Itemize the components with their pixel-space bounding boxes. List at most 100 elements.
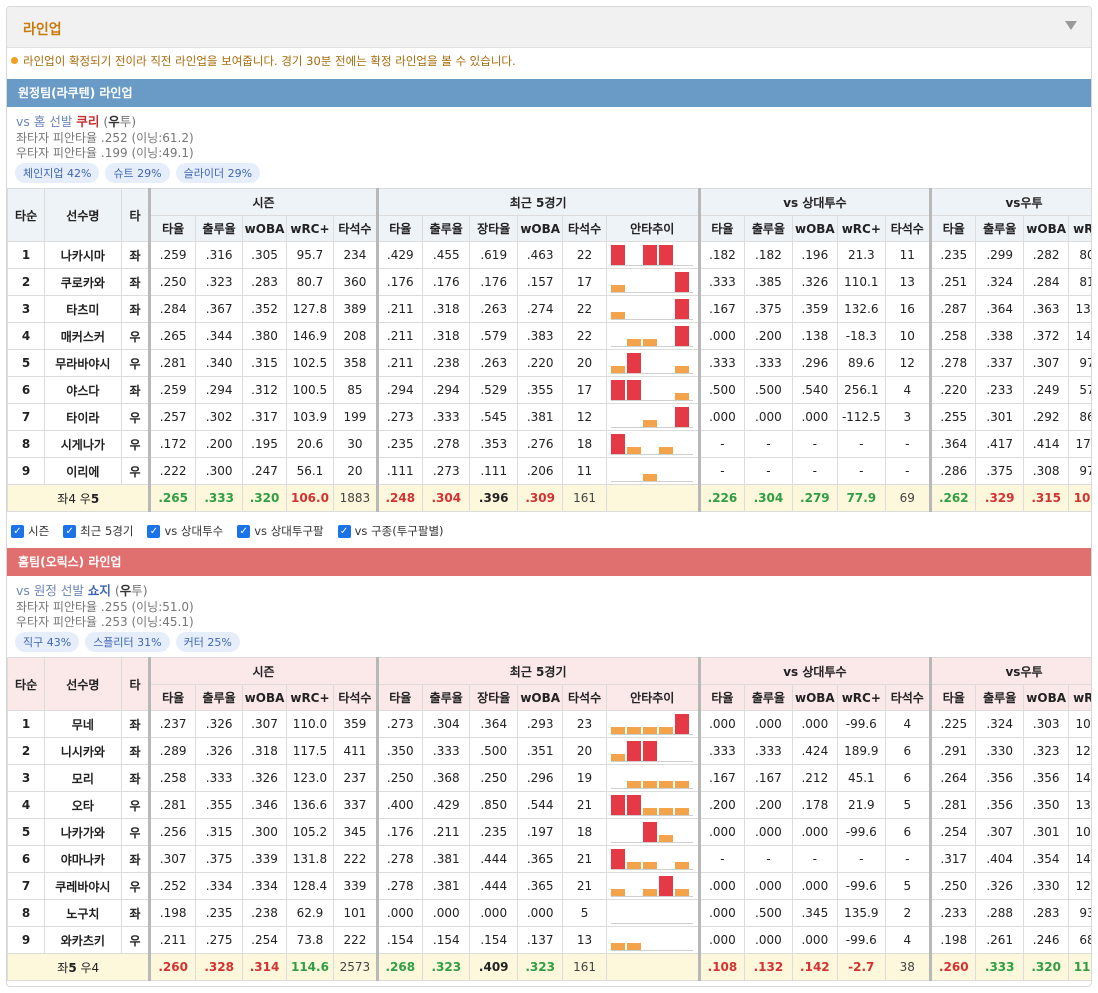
column-header[interactable]: 출루율 (975, 215, 1024, 242)
recent-stat-cell: .274 (516, 295, 564, 323)
checkbox-checked-icon[interactable]: ✓ (237, 524, 251, 538)
column-header[interactable]: 장타율 (469, 684, 518, 711)
column-header[interactable]: wRC+ (285, 684, 335, 711)
checkbox-checked-icon[interactable]: ✓ (11, 524, 24, 538)
hit-trend-cell (605, 791, 700, 819)
player-name-link[interactable]: 쿠로카와 (44, 268, 122, 296)
column-header[interactable]: 타석수 (562, 215, 607, 242)
column-toggle-checkbox[interactable]: ✓ 최근 5경기 (63, 523, 133, 539)
player-name-link[interactable]: 나카가와 (44, 818, 122, 846)
checkbox-checked-icon[interactable]: ✓ (147, 524, 161, 538)
column-header[interactable]: wOBA (516, 215, 564, 242)
player-name-link[interactable]: 노구치 (44, 899, 122, 927)
column-header[interactable]: 출루율 (194, 684, 244, 711)
season-stat-cell: 337 (333, 791, 378, 819)
column-header[interactable]: 타율 (375, 215, 424, 242)
recent-stat-cell: .263 (469, 349, 518, 377)
vs-hand-stat-cell: .255 (929, 403, 977, 431)
recent-stat-cell: .444 (469, 872, 518, 900)
column-toggle-checkbox[interactable]: ✓ vs 상대투수 (147, 523, 223, 539)
player-name-link[interactable]: 나카시마 (44, 241, 122, 269)
column-header[interactable]: 출루율 (744, 215, 793, 242)
recent-stat-cell: .206 (516, 457, 564, 485)
column-header[interactable]: 출루율 (744, 684, 793, 711)
vs-hand-stat-cell: .303 (1022, 710, 1070, 738)
season-stat-cell: .326 (194, 737, 244, 765)
panel-header[interactable]: 라인업 (7, 7, 1091, 48)
pitcher-name-link[interactable]: 쿠리 (76, 114, 99, 129)
vs-pitcher-stat-cell: 16 (884, 295, 932, 323)
column-header[interactable]: wRC+ (837, 215, 886, 242)
column-header[interactable]: 타석수 (884, 684, 932, 711)
player-name-link[interactable]: 타츠미 (44, 295, 122, 323)
hit-trend-cell (605, 295, 700, 323)
summary-stat-cell: .262 (929, 484, 977, 512)
column-header[interactable]: 타석수 (884, 215, 932, 242)
player-name-link[interactable]: 모리 (44, 764, 122, 792)
season-stat-cell: .323 (194, 268, 244, 296)
column-header[interactable]: wOBA (791, 684, 839, 711)
column-header[interactable]: 안타추이 (605, 684, 700, 711)
player-name-link[interactable]: 무네 (44, 710, 122, 738)
column-header[interactable]: 타율 (375, 684, 424, 711)
column-header[interactable]: wOBA (516, 684, 564, 711)
column-header[interactable]: 출루율 (421, 684, 471, 711)
column-header[interactable]: 타석수 (333, 684, 378, 711)
hit-trend-cell (605, 268, 700, 296)
column-header[interactable]: wOBA (1022, 215, 1070, 242)
column-header[interactable]: 타율 (929, 684, 977, 711)
player-name-link[interactable]: 시게나가 (44, 430, 122, 458)
column-header[interactable]: wRC+ (837, 684, 886, 711)
season-stat-cell: .305 (242, 241, 287, 269)
column-header[interactable]: 안타추이 (605, 215, 700, 242)
vs-pitcher-stat-cell: 89.6 (837, 349, 886, 377)
column-header[interactable]: wRC+ (1068, 215, 1091, 242)
column-header[interactable]: wRC+ (1068, 684, 1091, 711)
column-header[interactable]: wOBA (242, 684, 287, 711)
vs-hand-stat-cell: 120.9 (1068, 737, 1091, 765)
column-header[interactable]: 타율 (148, 215, 196, 242)
player-name-link[interactable]: 와카츠키 (44, 926, 122, 954)
player-name-link[interactable]: 쿠레바야시 (44, 872, 122, 900)
vs-hand-stat-cell: .301 (1022, 818, 1070, 846)
column-header[interactable]: 타율 (697, 215, 746, 242)
column-toggle-checkbox[interactable]: ✓ vs 구종(투구팔별) (337, 523, 444, 539)
column-header[interactable]: wRC+ (285, 215, 335, 242)
column-header[interactable]: wOBA (1022, 684, 1070, 711)
player-name-link[interactable]: 야마나카 (44, 845, 122, 873)
summary-stat-cell: .268 (375, 953, 424, 981)
hit-trend-bar (643, 862, 658, 869)
player-name-link[interactable]: 매커스커 (44, 322, 122, 350)
checkbox-checked-icon[interactable]: ✓ (337, 524, 351, 538)
player-name-link[interactable]: 이리에 (44, 457, 122, 485)
vs-pitcher-stat-cell: 21.3 (837, 241, 886, 269)
column-header[interactable]: 타석수 (333, 215, 378, 242)
player-name-link[interactable]: 야스다 (44, 376, 122, 404)
batting-hand: 우 (120, 872, 151, 900)
hit-trend-bar (675, 862, 690, 869)
column-header[interactable]: wOBA (791, 215, 839, 242)
column-header[interactable]: wOBA (242, 215, 287, 242)
column-header[interactable]: 장타율 (469, 215, 518, 242)
column-toggle-checkbox[interactable]: ✓ 시즌 (11, 523, 49, 539)
column-header[interactable]: 타율 (148, 684, 196, 711)
column-toggle-checkbox[interactable]: ✓ vs 상대투구팔 (237, 523, 324, 539)
column-header[interactable]: 출루율 (421, 215, 471, 242)
column-group-header: vs우투 (929, 188, 1091, 216)
hit-trend-bar (643, 781, 658, 788)
season-stat-cell: 103.9 (285, 403, 335, 431)
checkbox-checked-icon[interactable]: ✓ (63, 524, 77, 538)
player-name-link[interactable]: 무라바야시 (44, 349, 122, 377)
player-name-link[interactable]: 오타 (44, 791, 122, 819)
chevron-down-icon[interactable] (1065, 21, 1077, 30)
hit-trend-bar (643, 420, 658, 427)
column-header[interactable]: 타율 (697, 684, 746, 711)
column-header[interactable]: 타석수 (562, 684, 607, 711)
player-name-link[interactable]: 니시카와 (44, 737, 122, 765)
column-header[interactable]: 출루율 (194, 215, 244, 242)
pitcher-name-link[interactable]: 쇼지 (88, 583, 111, 598)
column-header[interactable]: 출루율 (975, 684, 1024, 711)
season-stat-cell: .289 (148, 737, 196, 765)
player-name-link[interactable]: 타이라 (44, 403, 122, 431)
column-header[interactable]: 타율 (929, 215, 977, 242)
